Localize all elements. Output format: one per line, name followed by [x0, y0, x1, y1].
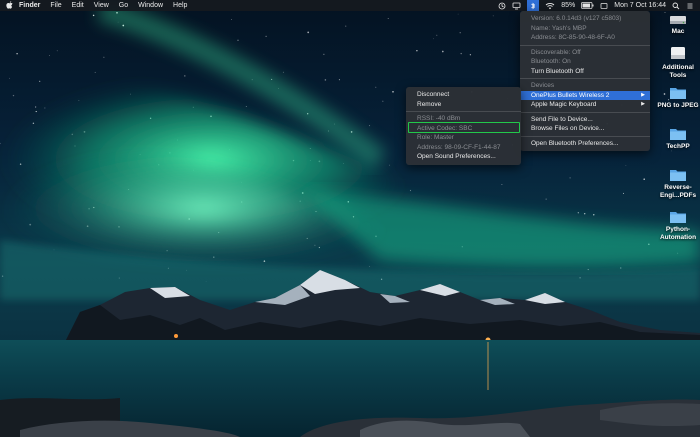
menu-view[interactable]: View [89, 0, 114, 11]
display-mirroring-icon[interactable] [512, 2, 521, 10]
folder-icon [670, 129, 686, 140]
menu-separator [406, 111, 521, 112]
devices-header: Devices [531, 82, 555, 89]
hard-drive-icon [670, 16, 686, 24]
folder-icon [670, 170, 686, 181]
wifi-icon[interactable] [545, 2, 555, 10]
bt-info-version: Version: 6.0.14d3 (v127 c5803) [531, 15, 622, 22]
device-item-apple-magic-keyboard[interactable]: Apple Magic Keyboard ▶ [520, 100, 650, 110]
menu-window[interactable]: Window [133, 0, 168, 11]
status-menus: 85% Mon 7 Oct 16:44 [498, 0, 694, 11]
bt-status-discoverable: Discoverable: Off [531, 48, 581, 56]
open-bluetooth-preferences-item[interactable]: Open Bluetooth Preferences... [520, 139, 650, 149]
battery-icon[interactable] [581, 2, 594, 9]
device-role: Role: Master [417, 134, 454, 141]
desktop-icon-label: Python-Automation [659, 226, 697, 241]
folder-icon [670, 88, 686, 99]
send-file-item[interactable]: Send File to Device... [520, 115, 650, 125]
battery-percent: 85% [561, 2, 576, 9]
turn-bluetooth-off-item[interactable]: Turn Bluetooth Off [520, 67, 650, 77]
desktop-icon-label: Additional Tools [662, 64, 694, 79]
desktop-icon-techpp[interactable]: TechPP [653, 127, 700, 151]
spotlight-search-icon[interactable] [672, 2, 680, 10]
menu-edit[interactable]: Edit [67, 0, 89, 11]
desktop-icon-label: Mac [671, 28, 685, 35]
desktop-icon-reverse-engi-pdfs[interactable]: Reverse-Engi...PDFs [653, 168, 700, 200]
desktop-icon-mac[interactable]: Mac [653, 14, 700, 36]
bt-info-name: Name: Yash's MBP [531, 24, 587, 32]
menu-separator [520, 135, 650, 137]
device-item-oneplus-bullets[interactable]: OnePlus Bullets Wireless 2 ▶ [520, 90, 650, 100]
desktop-icon-additional-tools[interactable]: Additional Tools [653, 44, 700, 80]
browse-files-item[interactable]: Browse Files on Device... [520, 124, 650, 134]
device-address: Address: 98-09-CF-F1-44-87 [417, 143, 501, 151]
desktop-icon-png-to-jpeg[interactable]: PNG to JPEG [653, 86, 700, 110]
menu-separator [520, 111, 650, 113]
time-machine-icon[interactable] [498, 2, 506, 10]
apple-menu-icon[interactable] [0, 0, 14, 11]
bt-info-address: Address: 8C-85-90-48-6F-A0 [531, 34, 615, 41]
active-codec-highlight-box [408, 122, 520, 133]
keyboard-input-icon[interactable] [600, 2, 608, 10]
notification-center-icon[interactable] [686, 2, 694, 10]
device-item-label: OnePlus Bullets Wireless 2 [531, 91, 610, 99]
disconnect-item[interactable]: Disconnect [406, 90, 521, 100]
bt-status-power: Bluetooth: On [531, 58, 571, 65]
menu-finder[interactable]: Finder [14, 0, 45, 11]
desktop-icon-label: PNG to JPEG [657, 102, 699, 109]
menu-bar: Finder File Edit View Go Window Help 85%… [0, 0, 700, 11]
bluetooth-menu: Version: 6.0.14d3 (v127 c5803) Name: Yas… [520, 11, 650, 151]
menu-go[interactable]: Go [114, 0, 133, 11]
menu-separator [520, 78, 650, 79]
menu-file[interactable]: File [45, 0, 66, 11]
open-sound-preferences-item[interactable]: Open Sound Preferences... [406, 152, 521, 162]
device-item-label: Apple Magic Keyboard [531, 101, 597, 108]
desktop-icon-label: TechPP [666, 143, 690, 150]
desktop-icon-python-automation[interactable]: Python-Automation [653, 210, 700, 242]
hard-drive-icon [671, 47, 685, 59]
menubar-clock[interactable]: Mon 7 Oct 16:44 [614, 2, 666, 9]
bluetooth-status-icon[interactable] [527, 0, 540, 11]
remove-item[interactable]: Remove [406, 100, 521, 110]
menu-help[interactable]: Help [168, 0, 192, 11]
submenu-arrow-icon: ▶ [641, 101, 645, 107]
submenu-arrow-icon: ▶ [641, 91, 645, 98]
folder-icon [670, 212, 686, 223]
desktop-icon-label: Reverse-Engi...PDFs [659, 184, 697, 199]
menu-separator [520, 44, 650, 46]
